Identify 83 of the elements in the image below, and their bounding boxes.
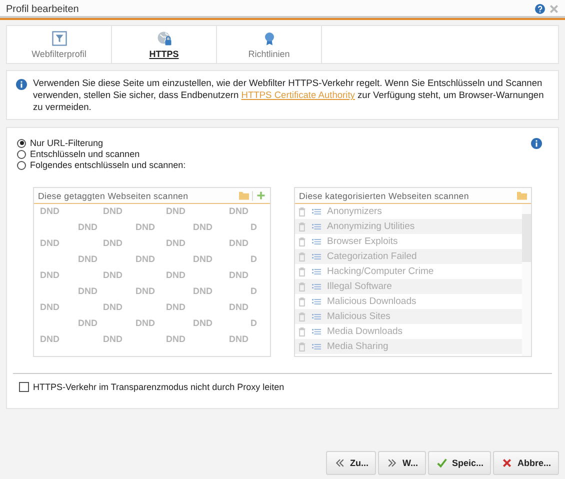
drop-zone-watermark: DND xyxy=(166,334,186,346)
radio-option[interactable]: Nur URL-Filterung xyxy=(17,138,186,148)
drop-zone-watermark: DND xyxy=(193,286,212,298)
drop-zone-watermark: DND xyxy=(78,318,98,330)
close-icon xyxy=(502,458,512,468)
checkbox[interactable] xyxy=(19,382,29,392)
drop-zone-watermark: D xyxy=(250,254,258,266)
drop-zone-watermark: DND xyxy=(193,254,212,266)
back-button[interactable]: Zu... xyxy=(326,451,376,475)
drop-zone-watermark: DND xyxy=(40,334,60,346)
filter-icon xyxy=(52,30,66,46)
list-icon xyxy=(312,342,321,350)
category-name: Illegal Software xyxy=(327,281,392,292)
drop-zone-watermark: DND xyxy=(103,334,124,346)
drop-zone-watermark: DND xyxy=(78,222,98,234)
list-title: Diese kategorisierten Webseiten scannen xyxy=(299,190,470,200)
certificate-authority-link[interactable]: HTTPS Certificate Authority xyxy=(241,90,355,100)
list-title: Diese getaggten Webseiten scannen xyxy=(38,190,190,200)
radio-button[interactable] xyxy=(17,150,26,158)
list-icon xyxy=(312,222,321,230)
category-name: Malicious Downloads xyxy=(327,296,416,307)
info-text: Verwenden Sie diese Seite um einzustellen, wie der Webfilter HTTPS-Verkehr regelt. Wenn Sie Entschlüsseln und Scannen verwenden, stellen Sie sicher, dass Endbenutzern HTTPS Certificate Authority zur Verfügung steht, um Browser-Warnungen zu vermeiden. xyxy=(33,77,545,113)
drop-zone-watermark: DND xyxy=(136,254,155,266)
close-icon[interactable] xyxy=(549,4,559,14)
drop-zone-watermark: DND xyxy=(229,270,250,282)
category-name: Anonymizers xyxy=(327,206,382,217)
drop-zone-watermark: DND xyxy=(136,222,155,234)
drop-zone-watermark: DND xyxy=(78,286,98,298)
checkmark-icon xyxy=(436,458,447,468)
double-right-chevron-icon xyxy=(387,458,398,468)
drop-zone-watermark: DND xyxy=(78,254,98,266)
drop-zone-watermark: DND xyxy=(40,238,60,250)
drop-zone-watermark: DND xyxy=(166,270,186,282)
category-name: Categorization Failed xyxy=(327,251,417,262)
list-icon xyxy=(312,298,321,306)
save-button[interactable]: Speic... xyxy=(428,451,492,475)
drop-zone-watermark: DND xyxy=(166,206,186,218)
window-title: Profil bearbeiten xyxy=(6,4,80,14)
info-icon[interactable] xyxy=(531,138,542,149)
drop-zone-watermark: DND xyxy=(229,302,250,314)
drop-zone-watermark: DND xyxy=(166,302,186,314)
radio-option[interactable]: Folgendes entschlüsseln und scannen: xyxy=(17,160,186,170)
drop-zone-watermark: DND xyxy=(40,302,60,314)
drop-zone-watermark: DND xyxy=(103,206,124,218)
drop-zone-watermark: DND xyxy=(136,318,155,330)
list-icon xyxy=(312,312,321,320)
drop-zone-watermark: DND xyxy=(40,206,60,218)
double-left-chevron-icon xyxy=(334,458,345,468)
category-name: Anonymizing Utilities xyxy=(327,221,415,232)
drop-zone-watermark: DND xyxy=(229,206,250,218)
help-icon[interactable] xyxy=(535,4,545,14)
list-icon xyxy=(312,208,321,216)
radio-option[interactable]: Entschlüsseln und scannen xyxy=(17,149,186,159)
category-name: Malicious Sites xyxy=(327,311,390,322)
list-icon xyxy=(312,268,321,276)
drop-zone-watermark: D xyxy=(250,286,258,298)
category-name: Hacking/Computer Crime xyxy=(327,266,434,277)
drop-zone-watermark: DND xyxy=(103,302,124,314)
category-name: Media Downloads xyxy=(327,326,403,337)
drop-zone-watermark: DND xyxy=(193,318,212,330)
cancel-button[interactable]: Abbre... xyxy=(493,451,559,475)
next-button[interactable]: W... xyxy=(378,451,426,475)
list-icon xyxy=(312,252,321,260)
drop-zone-watermark: DND xyxy=(103,270,124,282)
checkbox-option[interactable]: HTTPS-Verkehr im Transparenzmodus nicht durch Proxy leiten xyxy=(19,382,548,392)
drop-zone-watermark: DND xyxy=(40,270,60,282)
info-icon xyxy=(16,79,27,90)
drop-zone-watermark: D xyxy=(250,318,258,330)
radio-button[interactable] xyxy=(17,160,26,170)
drop-zone-watermark: DND xyxy=(103,238,124,250)
list-icon xyxy=(312,238,321,246)
drop-zone-watermark: DND xyxy=(229,334,250,346)
drop-zone-watermark: DND xyxy=(229,238,250,250)
category-name: Browser Exploits xyxy=(327,236,398,247)
radio-button[interactable] xyxy=(17,138,26,148)
drop-zone-watermark: DND xyxy=(193,222,212,234)
drop-zone-watermark: D xyxy=(250,222,258,234)
drop-zone-watermark: DND xyxy=(166,238,186,250)
category-name: Media Sharing xyxy=(327,341,388,352)
drop-zone-watermark: DND xyxy=(136,286,155,298)
globe-lock-icon xyxy=(156,30,172,46)
list-icon xyxy=(312,328,321,336)
list-icon xyxy=(312,282,321,290)
